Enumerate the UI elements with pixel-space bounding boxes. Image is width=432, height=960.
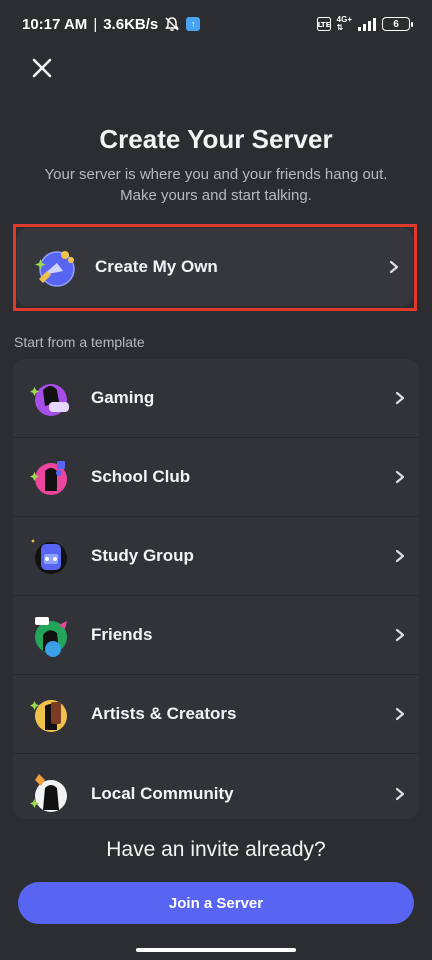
template-label: Gaming	[91, 388, 155, 407]
template-item-friends[interactable]: Friends	[13, 596, 419, 675]
status-left: 10:17 AM | 3.6KB/s ↑	[22, 15, 201, 33]
invite-heading: Have an invite already?	[106, 838, 326, 861]
chevron-right-icon	[395, 787, 405, 800]
home-indicator[interactable]	[136, 948, 296, 952]
status-time: 10:17 AM	[22, 15, 88, 33]
template-item-study-group[interactable]: Study Group	[13, 517, 419, 596]
page-subtitle: Your server is where you and your friend…	[40, 164, 392, 206]
template-item-school-club[interactable]: School Club	[13, 438, 419, 517]
subtitle-line-1: Your server is where you and your friend…	[44, 166, 388, 183]
template-list: Gaming School Club Study Group Friends A…	[13, 359, 419, 819]
subtitle-line-2: Make yours and start talking.	[120, 187, 312, 204]
status-right: LTE 4G+ ⇅ 6	[316, 16, 413, 32]
close-icon[interactable]	[30, 56, 54, 80]
template-label: Study Group	[91, 546, 194, 565]
template-item-gaming[interactable]: Gaming	[13, 359, 419, 438]
local-community-icon	[30, 773, 67, 812]
cloud-sync-icon: ↑	[186, 17, 201, 31]
volte-icon: LTE	[316, 17, 331, 31]
network-type-icon: 4G+ ⇅	[337, 16, 352, 32]
status-speed: 3.6KB/s	[103, 15, 159, 33]
battery-icon: 6	[382, 17, 413, 31]
gaming-icon	[30, 384, 69, 416]
page-title: Create Your Server	[99, 124, 333, 154]
template-label: School Club	[91, 467, 191, 486]
study-group-icon	[31, 539, 67, 574]
artists-icon	[30, 700, 67, 732]
signal-icon	[358, 17, 376, 31]
template-label: Friends	[91, 625, 153, 644]
status-separator: |	[93, 15, 98, 33]
friends-icon	[35, 617, 67, 657]
data-arrows-icon: ⇅	[336, 23, 344, 32]
template-label: Artists & Creators	[91, 704, 237, 723]
template-label: Local Community	[91, 783, 234, 803]
template-item-artists-creators[interactable]: Artists & Creators	[13, 675, 419, 754]
chevron-right-icon	[395, 707, 405, 721]
chevron-right-icon	[395, 470, 405, 484]
join-server-button[interactable]: Join a Server	[18, 882, 414, 924]
highlight-frame	[13, 224, 417, 311]
template-item-local-community[interactable]: Local Community	[13, 754, 419, 819]
svg-text:LTE: LTE	[317, 21, 330, 29]
status-bar: 10:17 AM | 3.6KB/s ↑ LTE 4G+ ⇅ 6	[0, 0, 432, 48]
template-section-label: Start from a template	[14, 334, 145, 350]
chevron-right-icon	[395, 391, 405, 405]
chevron-right-icon	[395, 628, 405, 642]
battery-level: 6	[393, 18, 399, 30]
bell-off-icon	[165, 17, 180, 31]
chevron-right-icon	[395, 549, 405, 563]
school-club-icon	[30, 461, 67, 495]
